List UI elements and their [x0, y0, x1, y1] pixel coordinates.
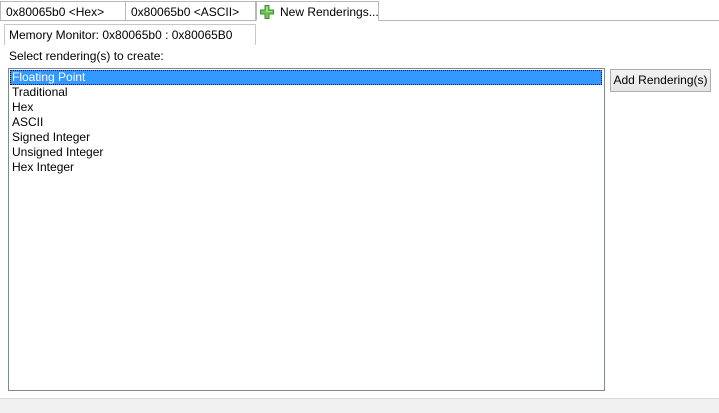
tab-divider [379, 20, 719, 21]
tab-new-renderings[interactable]: New Renderings... [256, 1, 379, 21]
list-item[interactable]: Hex Integer [10, 160, 74, 175]
tab-hex-rendering[interactable]: 0x80065b0 <Hex> [0, 1, 126, 21]
list-item[interactable]: Traditional [10, 85, 68, 100]
select-renderings-label: Select rendering(s) to create: [9, 49, 164, 63]
memory-monitor-header: Memory Monitor: 0x80065b0 : 0x80065B0 [4, 24, 256, 45]
list-item[interactable]: ASCII [10, 115, 43, 130]
tab-label: New Renderings... [280, 5, 379, 19]
add-rendering-button[interactable]: Add Rendering(s) [610, 69, 711, 92]
monitor-address-label: Memory Monitor: 0x80065b0 : 0x80065B0 [9, 28, 233, 42]
status-strip [0, 398, 719, 413]
list-item[interactable]: Floating Point [10, 70, 602, 85]
memory-monitor-panel: 0x80065b0 <Hex> 0x80065b0 <ASCII> New Re… [0, 0, 719, 398]
add-rendering-button-label: Add Rendering(s) [613, 73, 708, 87]
list-item[interactable]: Signed Integer [10, 130, 90, 145]
plus-icon [260, 5, 274, 19]
list-item[interactable]: Hex [10, 100, 33, 115]
rendering-type-list[interactable]: Floating Point Traditional Hex ASCII Signed … [8, 68, 605, 391]
tab-label: 0x80065b0 <ASCII> [131, 5, 240, 19]
list-item[interactable]: Unsigned Integer [10, 145, 103, 160]
rendering-tab-bar: 0x80065b0 <Hex> 0x80065b0 <ASCII> New Re… [0, 0, 719, 22]
tab-label: 0x80065b0 <Hex> [6, 5, 105, 19]
tab-ascii-rendering[interactable]: 0x80065b0 <ASCII> [125, 1, 256, 21]
